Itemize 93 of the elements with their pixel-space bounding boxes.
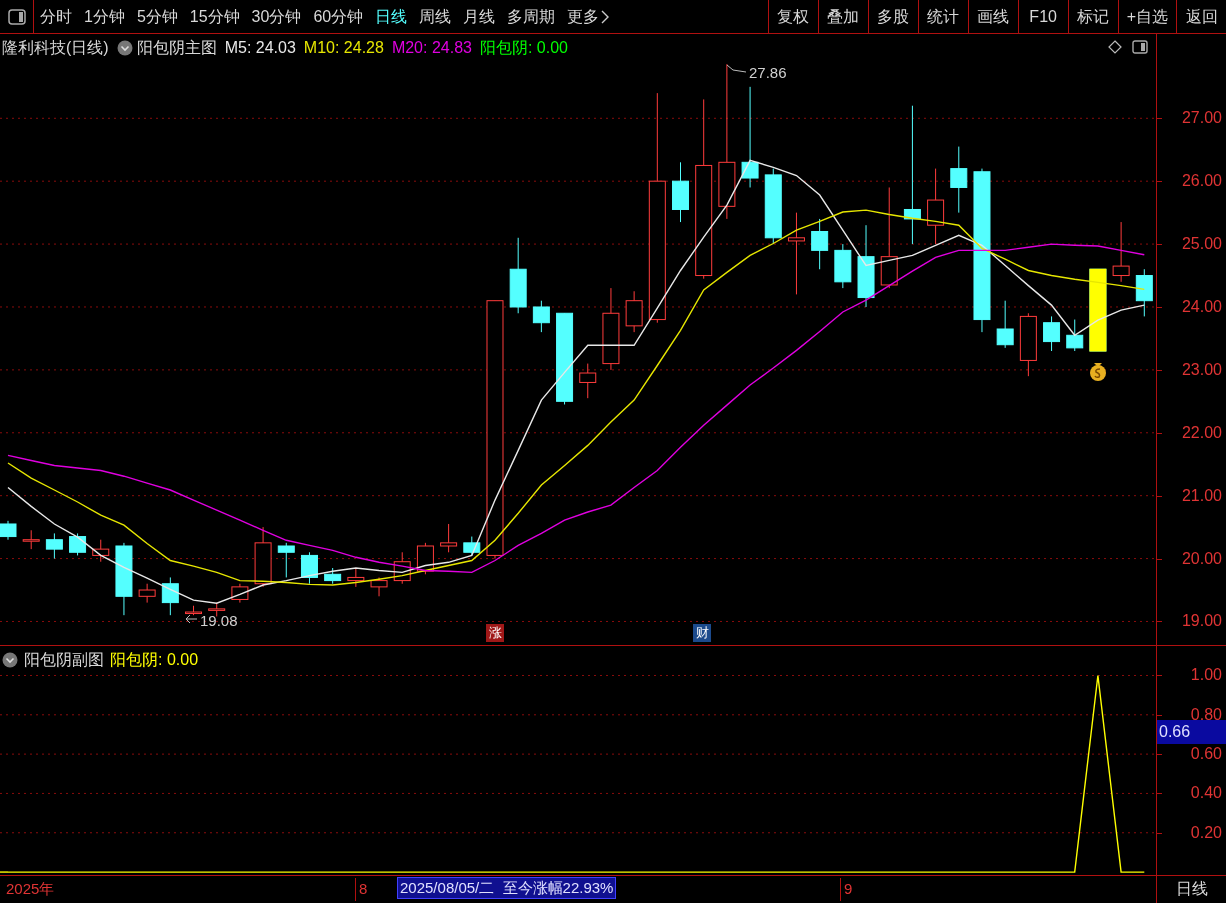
year-label: 2025年 <box>6 879 55 899</box>
price-axis-label: 23.00 <box>1181 360 1222 379</box>
candlestick <box>834 243 852 289</box>
toolbar-button[interactable]: 多股 <box>867 0 918 33</box>
toolbar-button[interactable]: 返回 <box>1176 0 1226 33</box>
indicator-value: M5: 24.03 <box>224 38 296 58</box>
price-axis-label: 20.00 <box>1181 549 1222 568</box>
value-axis-label: 1.00 <box>1190 666 1222 685</box>
indicator-value: M10: 24.28 <box>303 38 384 58</box>
candlestick <box>811 218 829 270</box>
candlestick <box>672 161 689 223</box>
month-label: 8 <box>355 878 368 901</box>
candlestick <box>1135 268 1153 317</box>
candlestick <box>22 529 40 550</box>
price-axis-label: 22.00 <box>1181 423 1222 442</box>
candlestick <box>440 523 458 553</box>
price-axis-label: 25.00 <box>1181 235 1222 254</box>
toolbar-button[interactable]: 标记 <box>1067 0 1118 33</box>
event-marker[interactable]: 涨 <box>486 624 504 642</box>
candlestick <box>416 542 434 575</box>
stock-title: 隆利科技(日线) <box>2 38 109 58</box>
high-price-label: 27.86 <box>749 64 787 81</box>
period-tab[interactable]: 15分钟 <box>189 4 240 29</box>
period-tab[interactable]: 30分钟 <box>251 4 302 29</box>
candlestick <box>45 532 63 560</box>
candlestick <box>532 300 550 333</box>
period-tab[interactable]: 5分钟 <box>136 4 178 29</box>
candlestick <box>1043 315 1061 352</box>
candlestick <box>625 290 643 333</box>
period-tab[interactable]: 1分钟 <box>84 4 125 29</box>
price-axis-label: 27.00 <box>1181 109 1222 128</box>
price-axis-label: 19.00 <box>1181 612 1222 631</box>
candlestick <box>324 567 342 585</box>
toolbar-button[interactable]: 画线 <box>967 0 1018 33</box>
candlestick <box>996 300 1014 349</box>
period-tab[interactable]: 月线 <box>463 4 496 29</box>
candlestick <box>300 551 318 585</box>
panel-toggle-icon[interactable] <box>7 8 26 25</box>
candlestick <box>950 146 968 214</box>
candlestick <box>463 536 481 556</box>
indicator-name[interactable]: 阳包阴副图 <box>24 648 104 672</box>
cursor-date-label: 2025/08/05/二 至今涨幅22.93% <box>397 877 617 899</box>
toolbar-button[interactable]: F10 <box>1017 0 1068 33</box>
candlestick <box>231 583 249 604</box>
period-tab[interactable]: 多周期 <box>507 4 556 29</box>
value-axis-label: 0.20 <box>1190 823 1222 842</box>
period-tab[interactable]: 分时 <box>40 4 72 29</box>
candlestick <box>0 520 17 541</box>
low-price-label: 19.08 <box>200 612 238 629</box>
money-bag-icon <box>1090 363 1106 381</box>
period-tab[interactable]: 周线 <box>419 4 452 29</box>
chevron-down-circle-icon[interactable] <box>2 652 18 668</box>
candlestick <box>208 602 226 617</box>
candlestick <box>185 605 202 616</box>
indicator-value: 阳包阴: 0.00 <box>110 650 199 670</box>
candlestick <box>393 551 411 585</box>
candlestick <box>69 532 87 556</box>
value-axis-label: 0.40 <box>1190 784 1222 803</box>
price-axis-label: 26.00 <box>1181 172 1222 191</box>
indicator-name[interactable]: 阳包阴主图 <box>136 36 217 60</box>
candlestick <box>277 542 295 578</box>
indicator-value: 阳包阴: 0.00 <box>479 38 568 58</box>
price-axis-label: 21.00 <box>1181 486 1222 505</box>
indicator-value: M20: 24.83 <box>391 38 472 58</box>
toolbar-button[interactable]: 复权 <box>767 0 818 33</box>
toolbar-button[interactable]: 叠加 <box>817 0 868 33</box>
leader-line <box>726 64 747 73</box>
more-tab[interactable]: 更多 <box>567 4 610 29</box>
leader-line <box>185 614 198 624</box>
period-tab[interactable]: 日线 <box>375 4 408 29</box>
toolbar-button[interactable]: +自选 <box>1117 0 1176 33</box>
period-tab[interactable]: 60分钟 <box>313 4 364 29</box>
event-marker[interactable]: 财 <box>693 624 711 642</box>
candlestick <box>1019 312 1037 377</box>
period-label[interactable]: 日线 <box>1157 876 1226 903</box>
candlestick <box>1112 221 1130 283</box>
month-label: 9 <box>840 878 853 901</box>
toolbar-button[interactable]: 统计 <box>917 0 968 33</box>
value-axis-label: 0.60 <box>1190 745 1222 764</box>
price-axis-label: 24.00 <box>1181 297 1222 316</box>
diamond-icon[interactable] <box>1108 40 1122 54</box>
candlestick <box>579 363 597 399</box>
candlestick <box>347 567 365 588</box>
candlestick <box>92 539 110 563</box>
candlestick <box>161 576 179 616</box>
candlestick <box>254 526 272 588</box>
cursor-value-label: 0.66 <box>1157 720 1226 744</box>
candlestick <box>138 583 156 604</box>
candlestick <box>370 576 388 597</box>
panel-toggle-icon[interactable] <box>1132 40 1148 54</box>
candlestick <box>1066 319 1084 352</box>
chevron-right-icon <box>601 9 610 24</box>
chevron-down-circle-icon[interactable] <box>116 40 133 56</box>
